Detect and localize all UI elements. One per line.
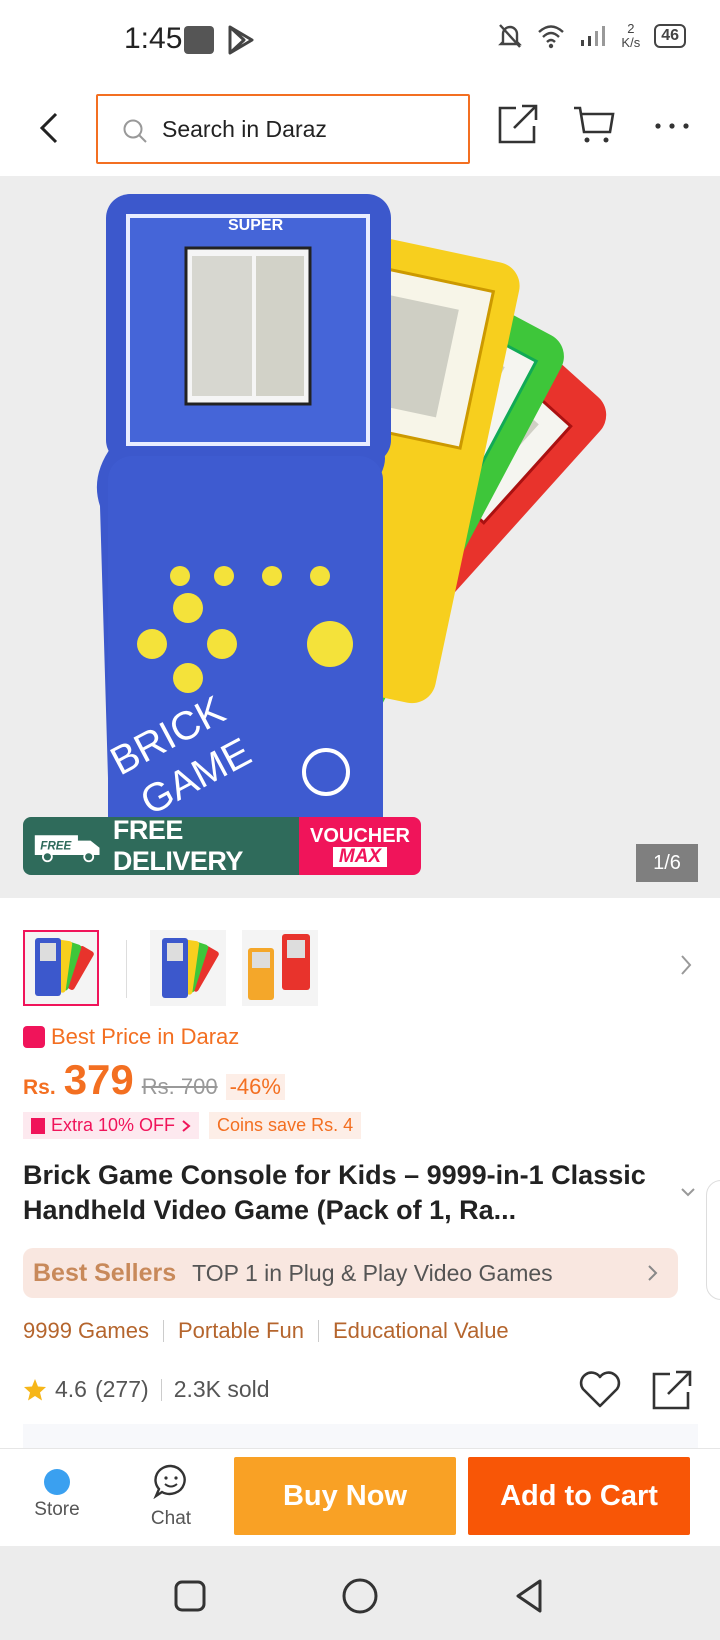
more-options-icon[interactable] <box>652 106 692 146</box>
search-placeholder: Search in Daraz <box>162 116 327 142</box>
bottom-action-bar: Store Chat Buy Now Add to Cart <box>0 1448 720 1546</box>
free-delivery-text: FREE DELIVERY <box>112 817 244 875</box>
extra-discount-promo[interactable]: Extra 10% OFF <box>23 1112 200 1139</box>
product-image: SUPER BRICK GAME <box>96 194 607 856</box>
next-section-preview <box>23 1424 698 1448</box>
best-sellers-label: Best Sellers <box>33 1258 177 1287</box>
tag-divider <box>317 1320 319 1342</box>
chevron-right-icon[interactable] <box>674 950 698 980</box>
promo-row: Extra 10% OFF Coins save Rs. 4 <box>23 1112 362 1139</box>
product-tags: 9999 Games Portable Fun Educational Valu… <box>23 1318 509 1344</box>
voucher-max-badge: VOUCHER MAX <box>299 817 421 875</box>
chat-label: Chat <box>150 1508 192 1529</box>
truck-icon: FREE <box>34 835 100 863</box>
tag-item: Portable Fun <box>177 1318 304 1343</box>
buy-now-button[interactable]: Buy Now <box>234 1457 456 1535</box>
image-counter: 1/6 <box>636 844 698 882</box>
price-row: Rs. 379 Rs. 700 -46% <box>23 1056 285 1104</box>
status-icons: 2 K/s 46 <box>497 22 686 50</box>
voucher-label: VOUCHER <box>309 825 410 847</box>
thumbnail-image <box>248 934 310 1000</box>
product-title: Brick Game Console for Kids – 9999-in-1 … <box>23 1160 646 1225</box>
tag-divider <box>162 1320 164 1342</box>
wifi-icon <box>538 25 565 49</box>
speed-value: 2 <box>627 21 635 36</box>
store-button[interactable]: Store <box>22 1463 92 1521</box>
share-icon[interactable] <box>650 1368 694 1412</box>
rating-row[interactable]: 4.6 (277) 2.3K sold <box>23 1376 270 1403</box>
best-sellers-banner[interactable]: Best Sellers TOP 1 in Plug & Play Video … <box>23 1248 678 1298</box>
chat-button[interactable]: Chat <box>136 1463 206 1530</box>
original-price: Rs. 700 <box>141 1074 218 1099</box>
best-price-label: Best Price in Daraz <box>23 1024 239 1050</box>
star-icon <box>24 1378 46 1400</box>
coins-save-badge: Coins save Rs. 4 <box>209 1112 362 1139</box>
share-icon[interactable] <box>496 102 540 146</box>
tag-item: Educational Value <box>332 1318 509 1343</box>
store-icon <box>44 1469 70 1495</box>
tag-item: 9999 Games <box>23 1318 149 1343</box>
thumbnail-divider <box>126 940 127 998</box>
thumbnail-image <box>35 938 94 996</box>
current-price: 379 <box>63 1056 134 1103</box>
thumbnail-2[interactable] <box>150 930 226 1006</box>
best-price-icon <box>23 1026 45 1048</box>
price-currency: Rs. <box>23 1076 56 1099</box>
search-header: Search in Daraz <box>0 80 720 176</box>
voucher-tag-icon <box>31 1117 45 1134</box>
search-icon <box>123 119 147 143</box>
chat-icon <box>153 1464 186 1500</box>
discount-badge: -46% <box>225 1074 285 1100</box>
thumbnail-strip <box>0 918 720 1014</box>
back-arrow-icon[interactable] <box>30 108 70 148</box>
home-icon[interactable] <box>340 1576 380 1616</box>
status-time: 1:45 <box>124 22 183 55</box>
voucher-max-label: MAX <box>332 847 388 867</box>
status-bar: 1:45 2 K/s 46 <box>0 0 720 80</box>
wishlist-heart-icon[interactable] <box>578 1370 622 1410</box>
free-delivery-label-area: FREE FREE DELIVERY <box>23 817 299 875</box>
chevron-down-icon[interactable] <box>678 1182 698 1202</box>
review-count: (277) <box>94 1376 149 1402</box>
mute-icon <box>498 24 523 48</box>
thumbnail-image <box>162 938 219 998</box>
free-delivery-badge: FREE FREE DELIVERY VOUCHER MAX <box>23 817 421 875</box>
play-store-icon <box>228 25 254 55</box>
best-sellers-rank: TOP 1 in Plug & Play Video Games <box>192 1259 553 1286</box>
extra-discount-text: Extra 10% OFF <box>51 1115 176 1135</box>
thumbnail-3[interactable] <box>242 930 318 1006</box>
console-brand-label: SUPER <box>228 217 284 234</box>
network-speed: 2 K/s <box>621 22 640 50</box>
system-navigation-bar <box>0 1546 720 1640</box>
search-input[interactable]: Search in Daraz <box>96 94 470 164</box>
side-panel-edge <box>706 1180 720 1300</box>
store-label: Store <box>34 1499 80 1520</box>
best-price-text: Best Price in Daraz <box>51 1024 240 1049</box>
rating-divider <box>160 1378 162 1401</box>
chevron-right-icon <box>648 1265 658 1281</box>
chevron-right-icon <box>182 1119 191 1132</box>
speed-unit: K/s <box>621 35 641 50</box>
back-nav-icon[interactable] <box>510 1576 550 1616</box>
recent-apps-icon[interactable] <box>170 1576 210 1616</box>
battery-icon: 46 <box>654 24 686 48</box>
rating-value: 4.6 <box>55 1376 87 1402</box>
product-image-carousel[interactable]: SUPER BRICK GAME 1/6 <box>0 176 720 898</box>
free-small-label: FREE <box>40 840 72 853</box>
app-notification-icon <box>184 26 214 54</box>
signal-icon <box>581 26 606 46</box>
add-to-cart-button[interactable]: Add to Cart <box>468 1457 690 1535</box>
sold-count: 2.3K sold <box>173 1376 270 1402</box>
thumbnail-1[interactable] <box>23 930 99 1006</box>
cart-icon[interactable] <box>572 102 616 146</box>
